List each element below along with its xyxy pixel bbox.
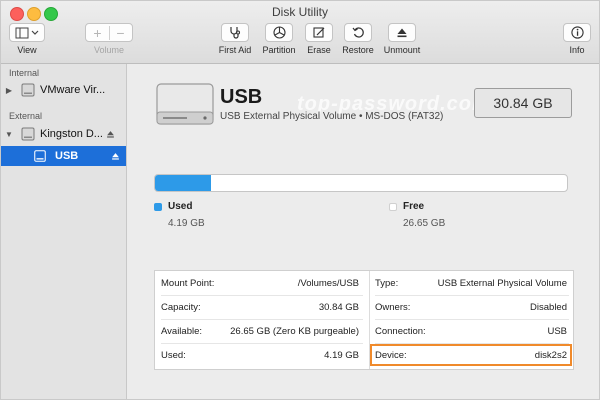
used-legend-title: Used [168, 201, 193, 212]
info-row-capacity: Capacity: 30.84 GB [161, 295, 359, 319]
sidebar-item-usb[interactable]: USB [1, 146, 126, 166]
eject-icon [397, 28, 407, 37]
info-key: Type: [375, 277, 399, 289]
sidebar-item-label: Kingston D... [40, 128, 102, 140]
sidebar-item-label: VMware Vir... [40, 84, 106, 96]
info-key: Mount Point: [161, 277, 215, 289]
first-aid-button[interactable] [221, 23, 249, 42]
info-row-available: Available: 26.65 GB (Zero KB purgeable) [161, 319, 359, 343]
info-value: /Volumes/USB [297, 277, 359, 289]
info-key: Used: [161, 349, 186, 361]
plus-icon: + [93, 24, 102, 41]
hard-drive-icon [21, 83, 35, 97]
sidebar-item-kingston[interactable]: ▼ Kingston D... [1, 124, 126, 144]
restore-button[interactable] [344, 23, 372, 42]
main-pane: top-password.com USB USB External Physic… [127, 64, 599, 399]
unmount-button[interactable] [388, 23, 416, 42]
volume-size: 30.84 GB [474, 88, 572, 118]
info-row-used: Used: 4.19 GB [161, 343, 359, 367]
titlebar: Disk Utility View + − Volume First Aid P… [1, 1, 599, 64]
minus-icon: − [116, 24, 125, 41]
free-legend-value: 26.65 GB [403, 218, 446, 229]
info-value: 4.19 GB [324, 349, 359, 361]
free-legend-title: Free [403, 201, 425, 212]
free-legend-swatch [389, 203, 397, 211]
view-label: View [17, 45, 37, 55]
eject-icon[interactable] [111, 152, 120, 161]
disclosure-triangle-open-icon[interactable]: ▼ [4, 130, 14, 139]
sidebar-item-label: USB [55, 150, 79, 162]
info-row-type: Type: USB External Physical Volume [375, 271, 567, 295]
info-row-connection: Connection: USB [375, 319, 567, 343]
usage-bar-used-fill [155, 175, 212, 191]
first-aid-label: First Aid [218, 45, 252, 55]
hard-drive-icon [21, 127, 35, 141]
erase-icon [313, 27, 325, 38]
volume-add-remove-buttons[interactable]: + − [85, 23, 133, 42]
restore-icon [352, 27, 364, 38]
info-icon [570, 26, 584, 39]
info-key: Connection: [375, 325, 426, 337]
info-value: 26.65 GB (Zero KB purgeable) [230, 325, 359, 337]
volume-label: Volume [93, 45, 125, 55]
info-value: 30.84 GB [318, 301, 359, 313]
sidebar-section-internal: Internal [9, 68, 40, 78]
volume-info-table: Mount Point: /Volumes/USB Capacity: 30.8… [154, 270, 574, 370]
info-button[interactable] [563, 23, 591, 42]
info-label: Info [569, 45, 585, 55]
unmount-label: Unmount [383, 45, 421, 55]
stethoscope-icon [230, 27, 241, 39]
volume-icon [34, 150, 46, 162]
volume-name: USB [220, 86, 263, 108]
pie-chart-icon [272, 26, 286, 39]
volume-description: USB External Physical Volume • MS-DOS (F… [220, 111, 444, 122]
sidebar-icon [15, 27, 39, 38]
sidebar-section-external: External [9, 111, 43, 121]
info-row-mount-point: Mount Point: /Volumes/USB [161, 271, 359, 295]
info-value: USB External Physical Volume [437, 277, 567, 289]
device-row-highlight [370, 344, 572, 366]
erase-button[interactable] [305, 23, 333, 42]
info-row-owners: Owners: Disabled [375, 295, 567, 319]
disk-utility-window: Disk Utility View + − Volume First Aid P… [0, 0, 600, 400]
info-value: USB [547, 325, 567, 337]
restore-label: Restore [342, 45, 374, 55]
partition-button[interactable] [265, 23, 293, 42]
info-key: Capacity: [161, 301, 201, 313]
view-button[interactable] [9, 23, 45, 42]
info-key: Owners: [375, 301, 411, 313]
usage-bar [154, 174, 568, 192]
sidebar-item-vmware[interactable]: ▶ VMware Vir... [1, 80, 126, 100]
eject-icon[interactable] [106, 130, 115, 139]
used-legend-swatch [154, 203, 162, 211]
info-value: Disabled [530, 301, 567, 313]
disclosure-triangle-icon[interactable]: ▶ [4, 86, 14, 95]
window-title: Disk Utility [272, 5, 328, 19]
used-legend-value: 4.19 GB [168, 218, 205, 229]
external-drive-icon [156, 83, 214, 125]
info-key: Available: [161, 325, 203, 337]
sidebar: Internal ▶ VMware Vir... External ▼ King… [1, 64, 127, 399]
